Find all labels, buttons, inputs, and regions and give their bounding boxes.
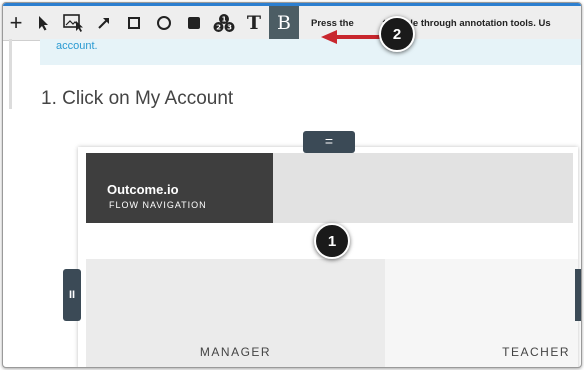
drag-handle-left[interactable]: II — [63, 269, 81, 321]
numbered-step-icon[interactable]: 123 — [209, 6, 239, 40]
manager-card[interactable]: MANAGER — [86, 259, 385, 367]
arrow-icon[interactable] — [89, 6, 119, 40]
svg-text:2: 2 — [216, 24, 221, 32]
image-icon[interactable] — [59, 6, 89, 40]
banner-text[interactable]: account. — [56, 40, 98, 52]
info-banner: account. — [40, 39, 581, 65]
teacher-card[interactable]: TEACHER — [385, 259, 578, 367]
brand-title: Outcome.io — [107, 182, 179, 197]
brand-header: Outcome.io FLOW NAVIGATION — [86, 153, 273, 223]
blur-icon[interactable]: B — [269, 6, 299, 40]
step-badge-1: 1 — [314, 223, 350, 259]
filled-rectangle-icon[interactable] — [179, 6, 209, 40]
step-badge-2: 2 — [379, 16, 415, 52]
ellipse-icon[interactable] — [149, 6, 179, 40]
callout-arrow — [321, 30, 383, 44]
drag-handle-right[interactable] — [575, 269, 581, 321]
header-panel — [273, 153, 573, 223]
left-edge-bar — [9, 39, 12, 109]
brand-subtitle: FLOW NAVIGATION — [109, 200, 207, 210]
annotation-toolbar: + 123 T B Press the to cycle through ann… — [3, 3, 581, 41]
step-heading: 1. Click on My Account — [41, 88, 234, 109]
screenshot-frame: + 123 T B Press the to cycle through ann… — [2, 2, 582, 368]
cursor-icon[interactable] — [29, 6, 59, 40]
svg-text:1: 1 — [222, 16, 227, 24]
add-icon[interactable]: + — [3, 6, 29, 40]
drag-handle-top[interactable]: = — [303, 131, 355, 153]
text-icon[interactable]: T — [239, 6, 269, 40]
manager-label: MANAGER — [199, 345, 272, 359]
svg-text:3: 3 — [227, 24, 232, 32]
rectangle-icon[interactable] — [119, 6, 149, 40]
teacher-label: TEACHER — [502, 345, 570, 359]
